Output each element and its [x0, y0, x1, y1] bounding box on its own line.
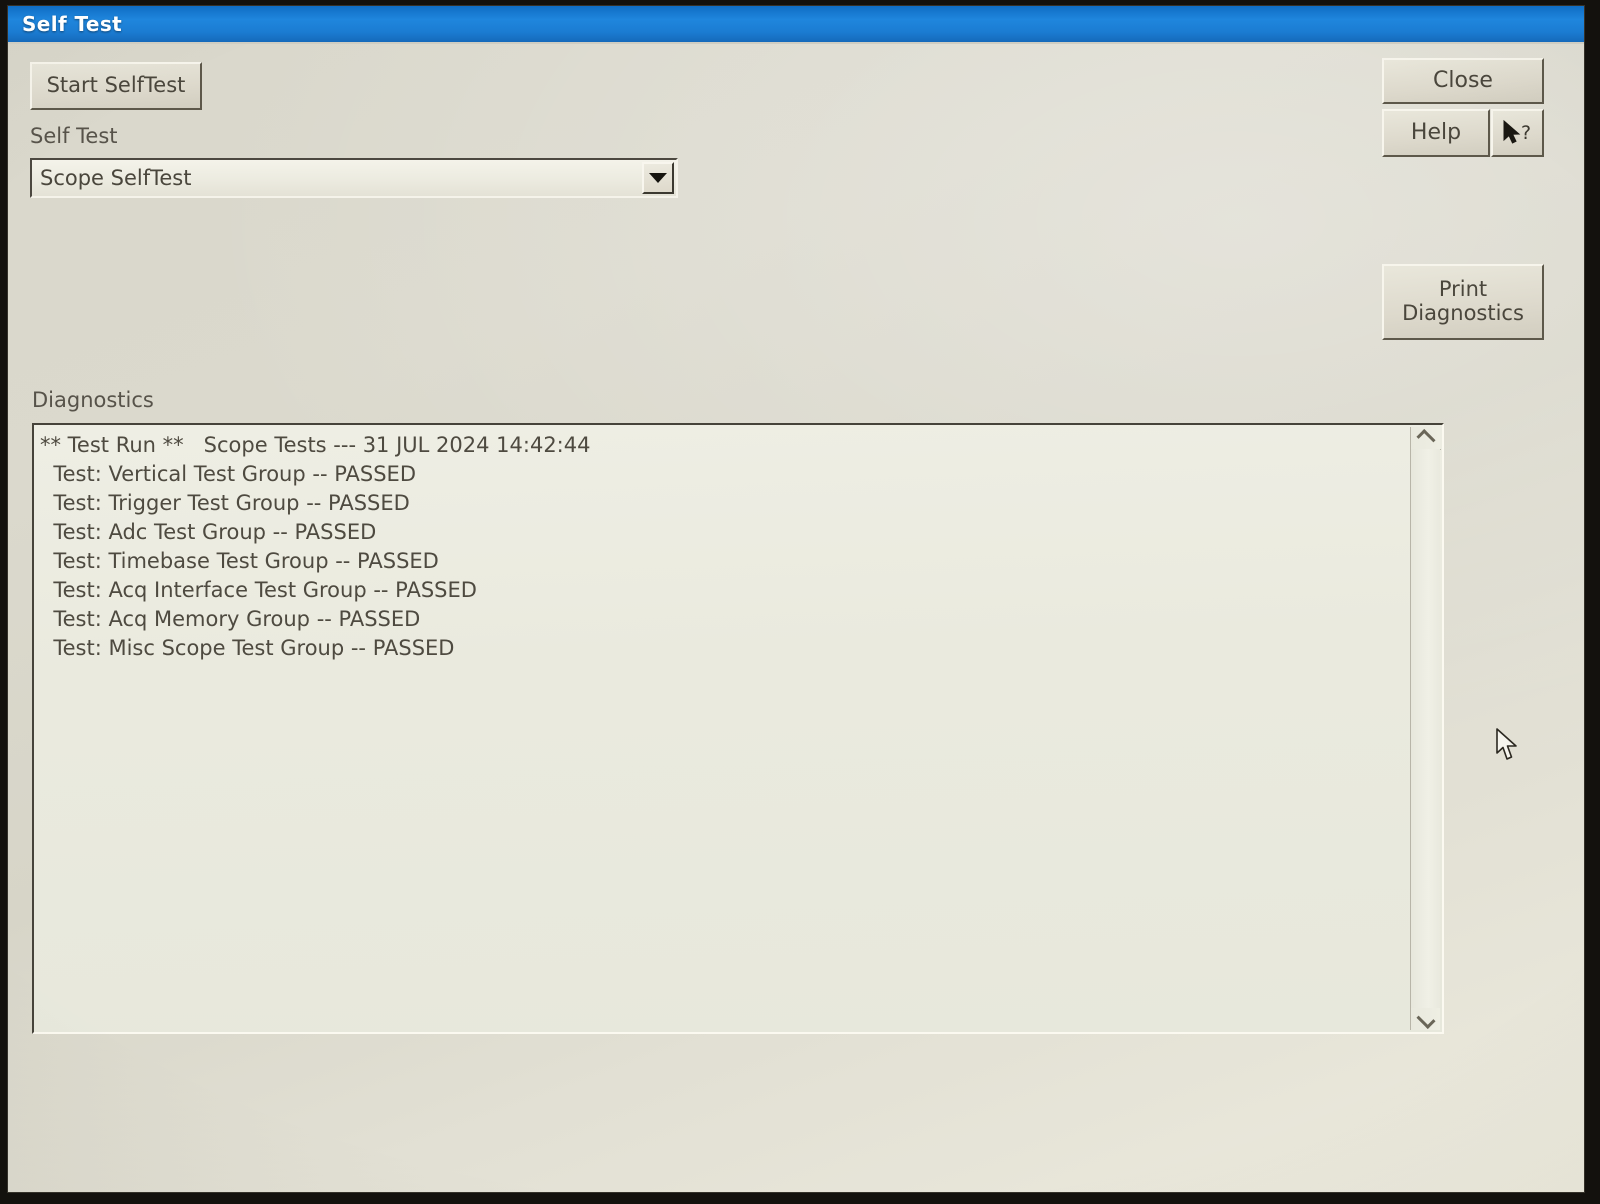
context-help-button[interactable]: ?: [1491, 109, 1544, 157]
start-selftest-button[interactable]: Start SelfTest: [30, 62, 202, 110]
scrollbar-down-button[interactable]: [1411, 1008, 1441, 1030]
scrollbar-track[interactable]: [1411, 449, 1440, 1008]
selftest-field-label: Self Test: [30, 124, 118, 148]
pointer-question-icon: ?: [1503, 119, 1531, 144]
diagnostics-text-area[interactable]: ** Test Run ** Scope Tests --- 31 JUL 20…: [32, 423, 1444, 1034]
diagnostics-output-text: ** Test Run ** Scope Tests --- 31 JUL 20…: [40, 433, 591, 660]
mouse-pointer-icon: [1496, 728, 1517, 760]
selftest-dropdown-value: Scope SelfTest: [40, 166, 192, 190]
svg-text:?: ?: [1521, 122, 1531, 144]
selftest-dropdown[interactable]: Scope SelfTest: [30, 158, 678, 198]
help-button[interactable]: Help: [1382, 109, 1490, 157]
close-button[interactable]: Close: [1382, 58, 1544, 104]
chevron-up-icon: [1416, 428, 1436, 448]
window-title: Self Test: [22, 12, 123, 36]
print-diagnostics-line-2: Diagnostics: [1402, 301, 1524, 325]
title-bar[interactable]: Self Test: [8, 6, 1584, 44]
scrollbar-up-button[interactable]: [1411, 427, 1441, 450]
chevron-down-icon: [1416, 1009, 1436, 1029]
diagnostics-section-label: Diagnostics: [32, 388, 154, 412]
selftest-dropdown-arrow-button[interactable]: [642, 162, 674, 194]
print-diagnostics-line-1: Print: [1438, 277, 1488, 302]
chevron-down-icon: [649, 173, 667, 183]
diagnostics-scrollbar[interactable]: [1410, 427, 1441, 1030]
screen-bezel: Self Test Start SelfTest Close Help ? Pr…: [0, 0, 1600, 1204]
print-diagnostics-button[interactable]: Print Diagnostics: [1382, 264, 1544, 340]
self-test-window: Self Test Start SelfTest Close Help ? Pr…: [8, 6, 1584, 1192]
